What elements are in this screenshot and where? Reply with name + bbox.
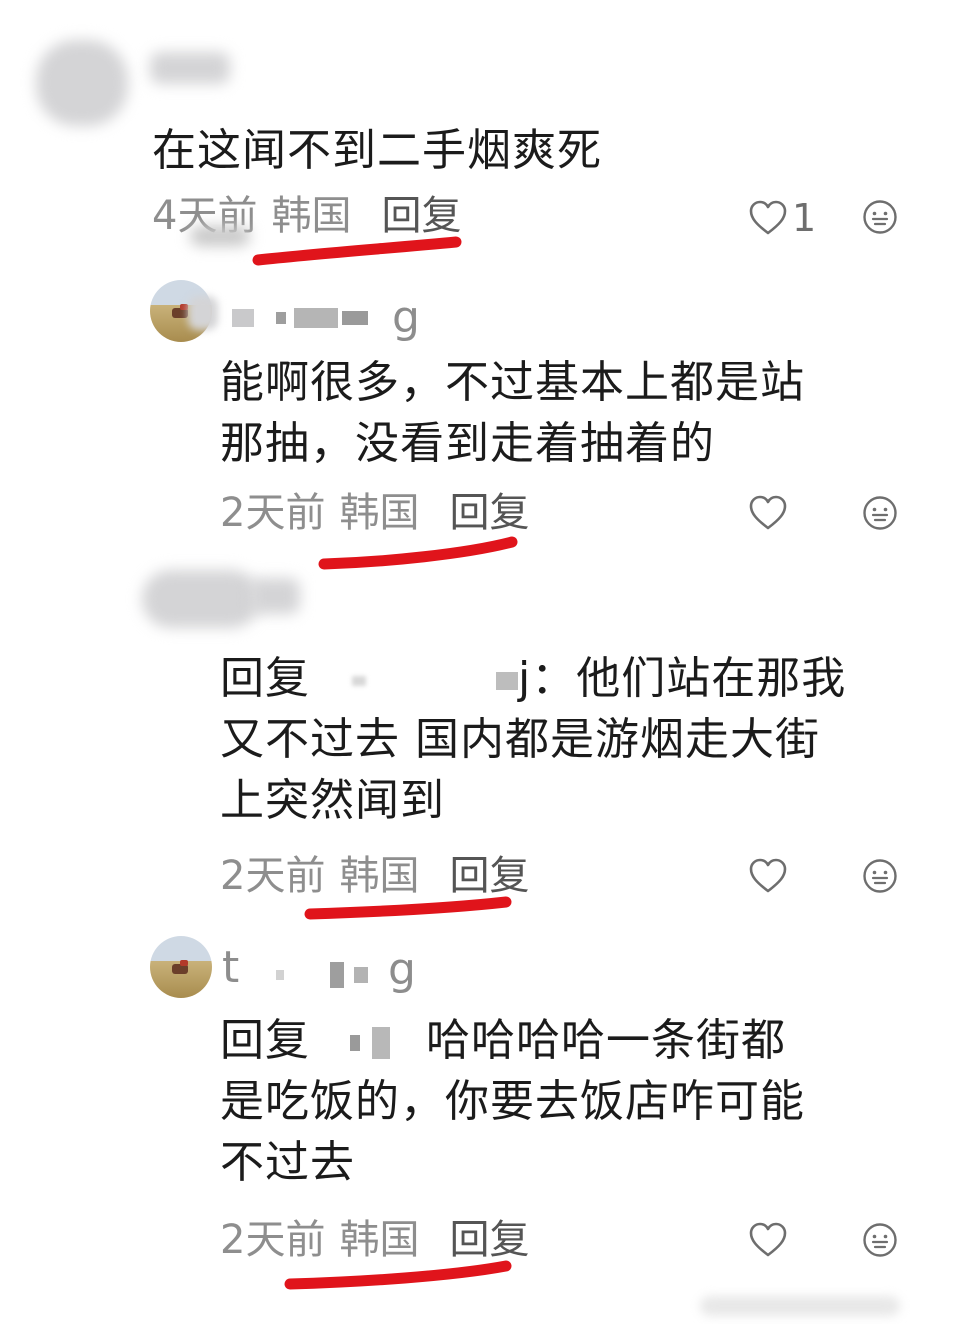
avatar[interactable]	[150, 936, 212, 998]
avatar-blurred[interactable]	[36, 40, 128, 126]
username-end[interactable]: g	[388, 948, 416, 992]
comment-line: 那抽，没看到走着抽着的	[220, 418, 715, 469]
comment-1-text: 在这闻不到二手烟爽死	[152, 120, 602, 181]
heart-outline-icon[interactable]	[748, 857, 788, 895]
blurred-patch	[190, 226, 250, 246]
comment-2-text: 能啊很多，不过基本上都是站 那抽，没看到走着抽着的	[220, 352, 805, 474]
reply-button[interactable]: 回复	[449, 853, 529, 899]
watermark-blurred	[700, 1296, 900, 1316]
comment-location: 韩国	[271, 193, 352, 239]
username[interactable]: g	[392, 296, 420, 340]
heart-outline-icon[interactable]	[748, 1221, 788, 1259]
neutral-face-icon[interactable]	[862, 199, 898, 235]
comment-line: 在这闻不到二手烟爽死	[152, 125, 602, 176]
comment-location: 韩国	[339, 490, 420, 536]
comment-line: 上突然闻到	[220, 775, 445, 826]
reply-prefix: 回复	[220, 653, 310, 704]
comment-2-meta: 2天前 韩国 回复	[220, 493, 529, 533]
username-blurred	[150, 52, 230, 84]
username-blurred	[250, 578, 300, 614]
reply-target-username[interactable]: j：	[496, 653, 576, 704]
username-mosaic	[276, 962, 368, 988]
red-underline-annotation	[252, 236, 462, 266]
comment-line: 不过去	[220, 1137, 355, 1188]
reply-button[interactable]: 回复	[381, 193, 461, 239]
username-start[interactable]: t	[222, 946, 239, 990]
comment-line: 回复 j：他们站在那我	[220, 648, 846, 709]
username-mosaic	[232, 308, 368, 328]
comment-3-meta: 2天前 韩国 回复	[220, 856, 529, 896]
comment-time: 2天前	[220, 853, 326, 899]
comment-4-text: 回复 哈哈哈哈一条街都 是吃饭的，你要去饭店咋可能 不过去	[220, 1010, 805, 1193]
comment-line: 哈哈哈哈一条街都	[426, 1015, 786, 1066]
red-underline-annotation	[284, 1260, 512, 1290]
heart-outline-icon[interactable]	[748, 494, 788, 532]
comment-line: 能啊很多，不过基本上都是站	[220, 357, 805, 408]
neutral-face-icon[interactable]	[862, 1222, 898, 1258]
red-underline-annotation	[304, 896, 512, 920]
like-count: 1	[792, 196, 817, 240]
neutral-face-icon[interactable]	[862, 495, 898, 531]
like-button[interactable]: 1	[748, 196, 816, 240]
comment-line: 他们站在那我	[576, 653, 847, 704]
neutral-face-icon[interactable]	[862, 858, 898, 894]
reply-button[interactable]: 回复	[449, 490, 529, 536]
avatar-blurred[interactable]	[142, 570, 260, 628]
avatar-edge-blurred	[188, 296, 218, 330]
red-underline-annotation	[318, 536, 518, 570]
reply-prefix: 回复	[220, 1015, 310, 1066]
comment-time: 2天前	[220, 490, 326, 536]
comment-location: 韩国	[339, 853, 420, 899]
heart-outline-icon	[749, 200, 787, 235]
comment-3-text: 回复 j：他们站在那我 又不过去 国内都是游烟走大街 上突然闻到	[220, 648, 846, 831]
comment-line: 回复 哈哈哈哈一条街都	[220, 1010, 805, 1071]
comment-line: 又不过去 国内都是游烟走大街	[220, 714, 820, 765]
comment-line: 是吃饭的，你要去饭店咋可能	[220, 1076, 805, 1127]
reply-target-username[interactable]	[350, 1015, 390, 1066]
